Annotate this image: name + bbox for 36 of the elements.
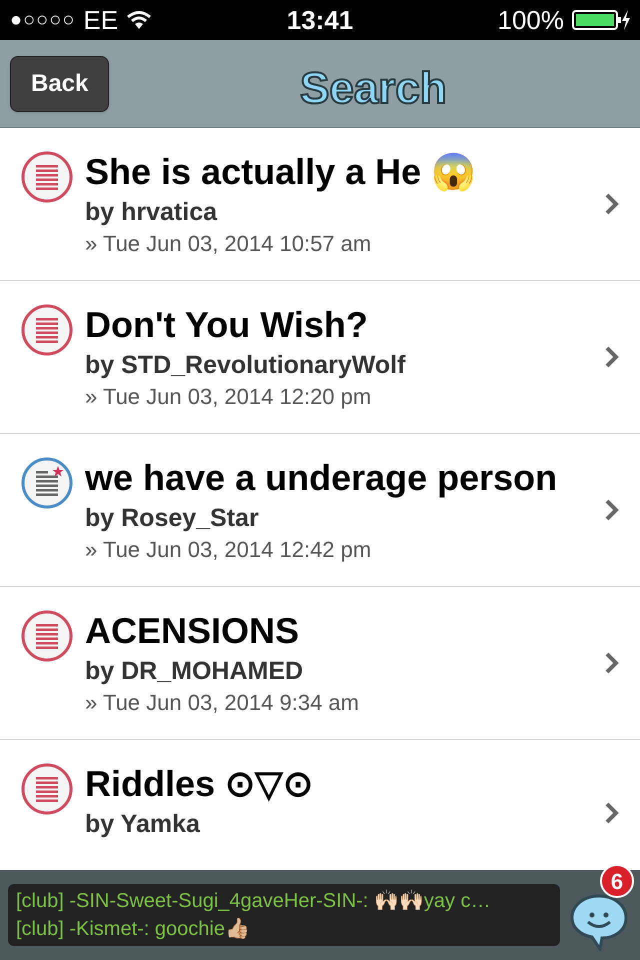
topic-author: by DR_MOHAMED [85, 656, 304, 687]
chat-bubble-icon[interactable] [570, 893, 628, 951]
chat-message: [club] -Kismet-: goochie👍🏼 [16, 916, 251, 942]
chat-message: [club] -SIN-Sweet-Sugi_4gaveHer-SIN-: 🙌🏻🙌🏻yay c… [16, 888, 492, 914]
signal-dots: ●○○○○ [10, 8, 76, 33]
chevron-right-icon [604, 498, 620, 522]
battery-percent: 100% [498, 4, 564, 36]
topic-author: by STD_RevolutionaryWolf [85, 350, 406, 381]
topic-author: by Yamka [85, 809, 201, 840]
chat-preview[interactable]: [club] -SIN-Sweet-Sugi_4gaveHer-SIN-: 🙌🏻🙌🏻yay c… [club] -Kismet-: goochie👍🏼 [8, 884, 560, 946]
chevron-right-icon [604, 651, 620, 675]
chevron-right-icon [604, 345, 620, 369]
back-button[interactable]: Back [10, 56, 110, 112]
wifi-icon [126, 10, 152, 30]
topic-title: we have a underage person [85, 456, 558, 500]
notification-badge: 6 [600, 864, 634, 898]
result-row[interactable]: She is actually a He 😱 by hrvatica » Tue Jun 03, 2014 10:57 am [0, 128, 640, 281]
topic-author: by hrvatica [85, 197, 218, 228]
result-row[interactable]: ACENSIONS by DR_MOHAMED » Tue Jun 03, 2014 9:34 am [0, 587, 640, 740]
clock-time: 13:41 [286, 4, 354, 36]
carrier-name: EE [83, 4, 118, 36]
topic-date: » Tue Jun 03, 2014 12:42 pm [85, 536, 372, 564]
battery-charging-icon [572, 9, 630, 31]
topic-title: Don't You Wish? [85, 303, 369, 347]
topic-title: She is actually a He 😱 [85, 150, 478, 194]
topic-title: ACENSIONS [85, 609, 300, 653]
topic-date: » Tue Jun 03, 2014 12:20 pm [85, 383, 372, 411]
topic-author: by Rosey_Star [85, 503, 260, 534]
topic-date: » Tue Jun 03, 2014 9:34 am [85, 689, 360, 717]
chevron-right-icon [604, 801, 620, 825]
chevron-right-icon [604, 192, 620, 216]
result-row[interactable]: we have a underage person by Rosey_Star » Tue Jun 03, 2014 12:42 pm [0, 434, 640, 587]
result-row[interactable]: Don't You Wish? by STD_RevolutionaryWolf » Tue Jun 03, 2014 12:20 pm [0, 281, 640, 434]
topic-title: Riddles ⊙▽⊙ [85, 762, 314, 806]
topic-date: » Tue Jun 03, 2014 10:57 am [85, 230, 372, 258]
screen-title: Search [300, 63, 447, 115]
